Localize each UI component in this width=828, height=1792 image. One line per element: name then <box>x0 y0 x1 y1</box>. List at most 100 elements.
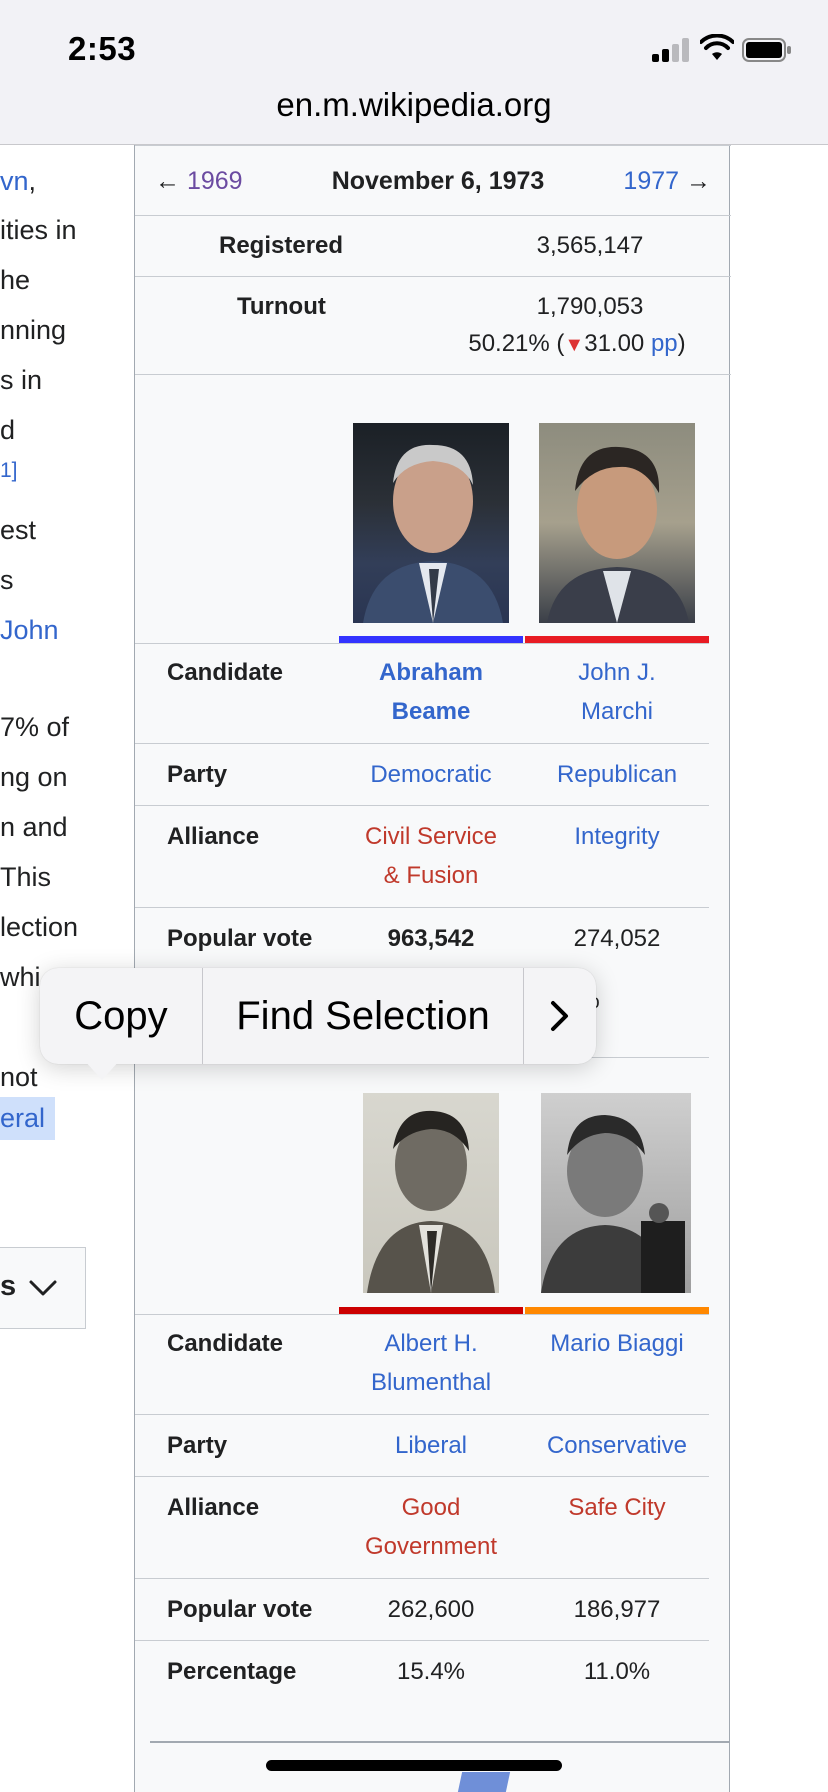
article-line: lection <box>0 912 79 942</box>
selected-text[interactable]: eral <box>0 1097 56 1140</box>
percentage-blumenthal: 15.4% <box>396 1658 466 1685</box>
section-heading-fragment: s <box>0 1270 17 1302</box>
portrait-image <box>547 446 689 623</box>
divider <box>150 1741 730 1743</box>
article-line: nning <box>0 315 67 345</box>
paren-close: ) <box>677 330 686 357</box>
name-line: Albert H. <box>384 1330 478 1357</box>
candidate-photo-biaggi[interactable] <box>541 1093 691 1293</box>
text-selection-menu: Copy Find Selection <box>40 968 596 1064</box>
name-line: John J. <box>578 659 656 686</box>
alliance-line: Government <box>364 1533 498 1560</box>
article-link[interactable]: vn <box>0 166 29 196</box>
article-line: s <box>0 565 14 595</box>
alliance-link-integrity[interactable]: Integrity <box>525 817 709 856</box>
turnout-value: 1,790,053 <box>536 293 644 320</box>
article-line[interactable]: vn, <box>0 166 36 197</box>
pp-link[interactable]: pp <box>651 330 678 357</box>
candidate-name-biaggi[interactable]: Mario Biaggi <box>525 1324 709 1363</box>
article-line: 7% of <box>0 712 70 742</box>
popular-vote-marchi: 274,052 <box>573 925 661 952</box>
alliance-link-civil-service[interactable]: Civil Service & Fusion <box>339 817 523 895</box>
divider <box>135 1314 709 1315</box>
divider <box>135 1640 709 1641</box>
divider <box>135 1414 709 1415</box>
home-indicator[interactable] <box>266 1760 562 1771</box>
collapsed-section-toggle[interactable]: s <box>0 1247 86 1329</box>
portrait-image <box>367 1110 495 1293</box>
menu-pointer <box>84 1060 120 1080</box>
alliance-line: Good <box>401 1494 461 1521</box>
alliance-link-safe-city[interactable]: Safe City <box>525 1488 709 1527</box>
party-link-conservative[interactable]: Conservative <box>525 1426 709 1465</box>
party-link-republican[interactable]: Republican <box>525 755 709 794</box>
turnout-pct: 50.21% <box>468 330 550 357</box>
name-line: Marchi <box>580 698 653 725</box>
article-line: ities in <box>0 215 77 245</box>
name-line: Abraham <box>378 659 484 686</box>
candidate-name-beame[interactable]: Abraham Beame <box>339 653 523 731</box>
address-bar-url[interactable]: en.m.wikipedia.org <box>0 86 828 124</box>
alliance-label: Alliance <box>167 1494 260 1521</box>
article-line: n and <box>0 812 68 842</box>
name-line: Blumenthal <box>370 1369 492 1396</box>
candidate-label: Candidate <box>167 659 284 686</box>
popular-vote-label: Popular vote <box>167 1596 313 1623</box>
alliance-link-good-government[interactable]: Good Government <box>339 1488 523 1566</box>
article-line: s in <box>0 365 43 395</box>
article-line: ng on <box>0 762 68 792</box>
decrease-triangle-icon: ▼ <box>564 334 585 356</box>
percentage-biaggi: 11.0% <box>583 1658 651 1685</box>
popular-vote-biaggi: 186,977 <box>573 1596 661 1623</box>
candidate-label: Candidate <box>167 1330 284 1357</box>
turnout-percentage: 50.21% (▼31.00 pp) <box>435 330 719 358</box>
article-line: est <box>0 515 37 545</box>
party-link-democratic[interactable]: Democratic <box>339 755 523 794</box>
chevron-right-icon <box>551 1001 568 1031</box>
percentage-label: Percentage <box>167 1658 297 1685</box>
more-options-button[interactable] <box>524 968 596 1064</box>
divider <box>135 805 709 806</box>
party-color-bar-republican <box>525 636 709 643</box>
alliance-label: Alliance <box>167 823 260 850</box>
popular-vote-beame: 963,542 <box>387 925 475 952</box>
chevron-down-icon <box>29 1280 57 1296</box>
article-line: he <box>0 265 31 295</box>
portrait-image <box>363 444 503 623</box>
find-selection-menu-item[interactable]: Find Selection <box>203 968 523 1064</box>
turnout-change: 31.00 <box>584 330 645 357</box>
party-link-liberal[interactable]: Liberal <box>339 1426 523 1465</box>
article-line: not <box>0 1062 38 1092</box>
portrait-image <box>541 1115 685 1293</box>
name-line: Beame <box>391 698 471 725</box>
copy-menu-item[interactable]: Copy <box>40 968 202 1064</box>
party-color-bar-liberal <box>339 1307 523 1314</box>
candidate-photo-beame[interactable] <box>353 423 509 623</box>
candidate-name-marchi[interactable]: John J. Marchi <box>525 653 709 731</box>
party-color-bar-conservative <box>525 1307 709 1314</box>
divider <box>135 907 709 908</box>
divider <box>135 1476 709 1477</box>
candidate-photo-blumenthal[interactable] <box>363 1093 499 1293</box>
article-line: d <box>0 415 16 445</box>
article-line: whi <box>0 962 41 992</box>
popular-vote-blumenthal: 262,600 <box>387 1596 475 1623</box>
candidate-name-blumenthal[interactable]: Albert H. Blumenthal <box>339 1324 523 1402</box>
candidate-photo-marchi[interactable] <box>539 423 695 623</box>
alliance-line: & Fusion <box>383 862 479 889</box>
divider <box>135 276 731 277</box>
next-election-link[interactable]: 1977 → <box>623 167 711 196</box>
divider <box>135 374 731 375</box>
divider <box>135 215 731 216</box>
reference-link[interactable]: 1] <box>0 459 18 483</box>
map-image-peek <box>457 1772 511 1792</box>
divider <box>135 743 709 744</box>
status-time: 2:53 <box>68 30 137 67</box>
registered-label: Registered <box>219 232 344 259</box>
article-link[interactable]: John <box>0 615 59 646</box>
next-year: 1977 <box>623 167 680 195</box>
arrow-right-icon: → <box>686 167 711 195</box>
party-label: Party <box>167 1432 228 1459</box>
turnout-label: Turnout <box>237 293 326 320</box>
cellular-signal-icon <box>652 38 692 62</box>
